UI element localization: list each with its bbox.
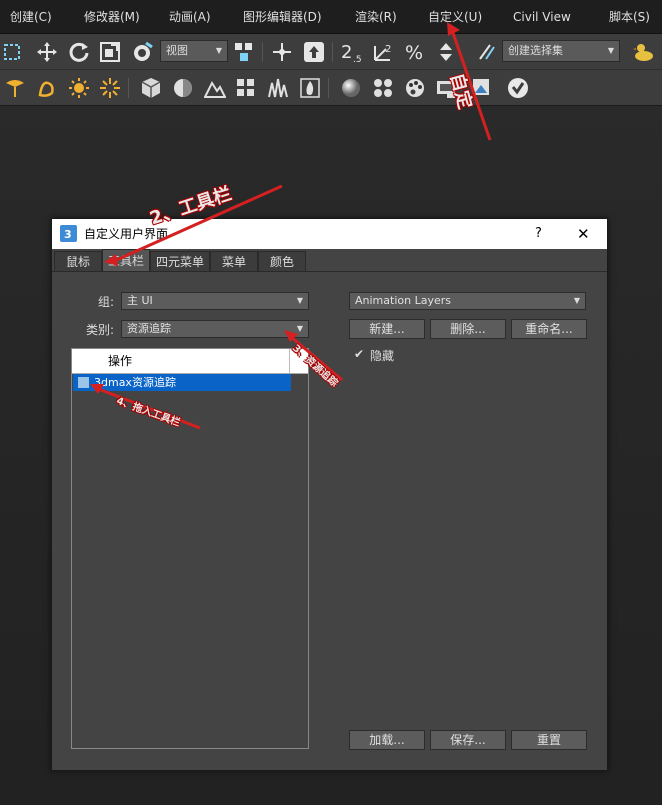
annotation-overlay <box>90 22 492 430</box>
arrowhead-icon <box>104 254 118 266</box>
